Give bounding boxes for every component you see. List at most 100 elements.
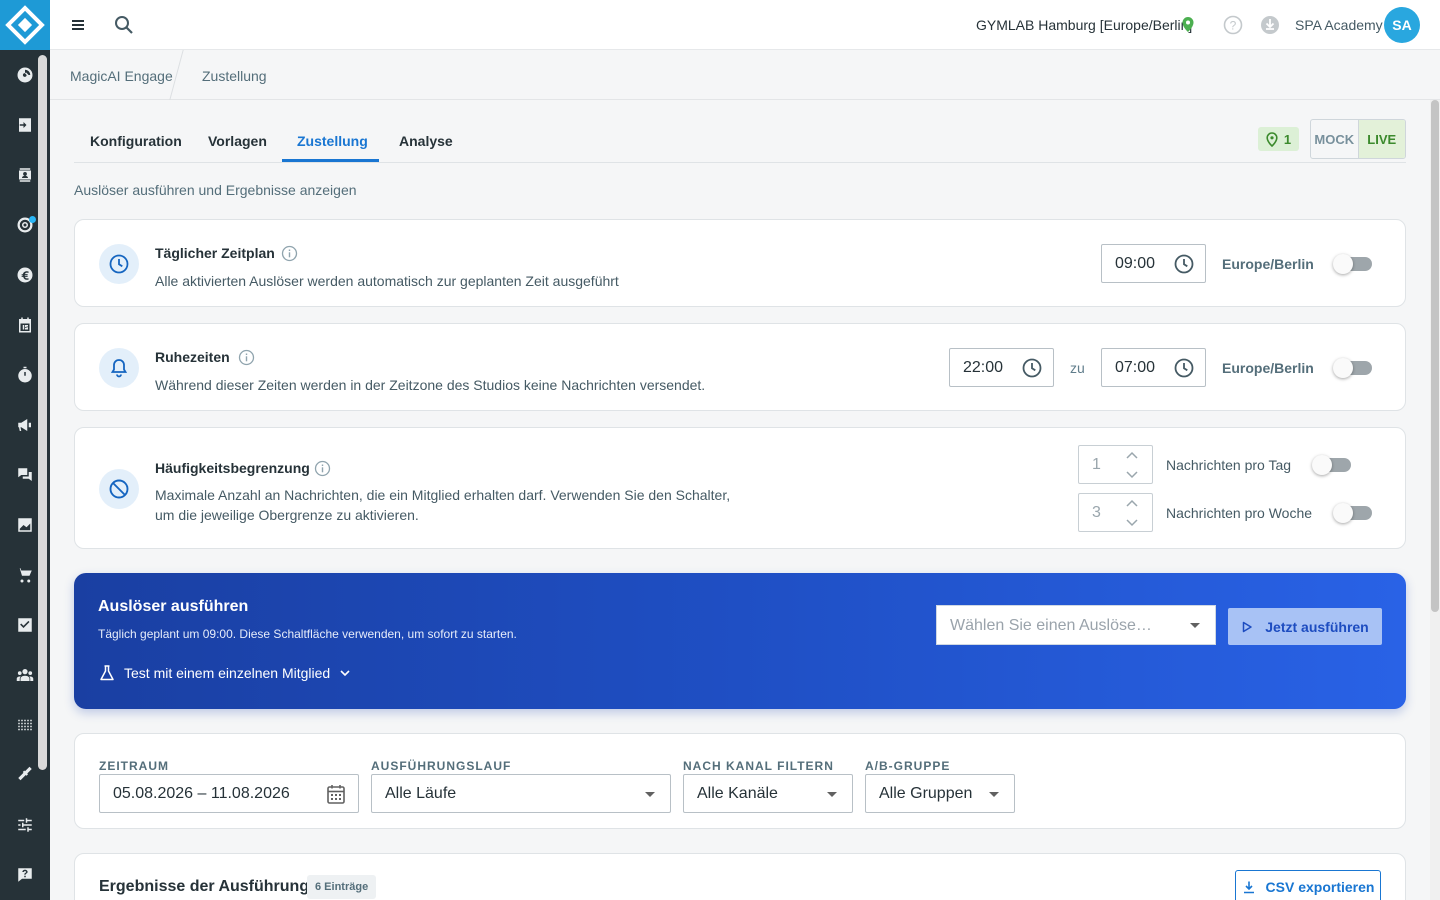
run-now-button[interactable]: Jetzt ausführen (1228, 608, 1382, 645)
breadcrumb-item-current: Zustellung (202, 68, 267, 84)
test-single-member-toggle[interactable]: Test mit einem einzelnen Mitglied (98, 664, 352, 682)
search-icon[interactable] (113, 14, 135, 36)
quiet-hours-description: Während dieser Zeiten werden in der Zeit… (155, 377, 706, 393)
schedule-title: Täglicher Zeitplan (155, 245, 275, 261)
run-filter-select[interactable]: Alle Läufe (371, 774, 671, 813)
tab-analyse[interactable]: Analyse (399, 133, 453, 149)
quiet-from-input[interactable]: 22:00 (949, 348, 1054, 387)
location-count: 1 (1283, 131, 1292, 147)
period-label: ZEITRAUM (99, 759, 169, 773)
page-subtitle: Auslöser ausführen und Ergebnisse anzeig… (74, 182, 357, 198)
quiet-from-value: 22:00 (963, 359, 1004, 376)
trigger-select[interactable]: Wählen Sie einen Auslöse… (936, 605, 1216, 645)
help-chat-icon[interactable] (0, 860, 50, 890)
quiet-to-input[interactable]: 07:00 (1101, 348, 1206, 387)
frequency-description-line2: um die jeweilige Obergrenze zu aktiviere… (155, 507, 419, 523)
quiet-hours-card: Ruhezeiten Während dieser Zeiten werden … (74, 323, 1406, 411)
avatar[interactable]: SA (1384, 7, 1420, 43)
export-csv-label: CSV exportieren (1265, 879, 1375, 895)
studio-selector[interactable]: GYMLAB Hamburg [Europe/Berlin] (976, 17, 1192, 33)
tab-zustellung[interactable]: Zustellung (297, 133, 368, 149)
menu-icon[interactable] (67, 14, 89, 36)
per-day-value: 1 (1092, 456, 1101, 473)
info-icon[interactable] (238, 349, 255, 366)
quiet-separator: zu (1070, 360, 1085, 376)
run-trigger-description: Täglich geplant um 09:00. Diese Schaltfl… (98, 627, 517, 641)
run-filter-label: AUSFÜHRUNGSLAUF (371, 759, 512, 773)
user-name[interactable]: SPA Academy (1295, 17, 1383, 33)
chevron-down-icon (340, 670, 350, 677)
clock-icon (109, 254, 129, 274)
frequency-description-line1: Maximale Anzahl an Nachrichten, die ein … (155, 487, 731, 503)
frequency-title: Häufigkeitsbegrenzung (155, 460, 310, 476)
per-week-value: 3 (1092, 504, 1101, 521)
ab-group-label: A/B-GRUPPE (865, 759, 951, 773)
channel-filter-select[interactable]: Alle Kanäle (683, 774, 853, 813)
bell-icon (110, 359, 128, 378)
schedule-toggle[interactable] (1333, 254, 1372, 274)
per-day-stepper[interactable]: 1 (1078, 445, 1153, 484)
schedule-timezone: Europe/Berlin (1222, 256, 1314, 272)
mock-mode-button[interactable]: MOCK (1311, 120, 1358, 158)
sidebar (0, 0, 50, 900)
stepper-arrows-icon[interactable] (1126, 450, 1138, 480)
stepper-arrows-icon[interactable] (1126, 498, 1138, 528)
per-week-stepper[interactable]: 3 (1078, 493, 1153, 532)
breadcrumb-item-magicai[interactable]: MagicAI Engage (70, 68, 173, 84)
quiet-timezone: Europe/Berlin (1222, 360, 1314, 376)
schedule-card: Täglicher Zeitplan Alle aktivierten Ausl… (74, 219, 1406, 307)
notification-dot (29, 216, 36, 223)
quiet-hours-toggle[interactable] (1333, 358, 1372, 378)
schedule-time-input[interactable]: 09:00 (1101, 244, 1206, 283)
main-scrollbar[interactable] (1431, 100, 1439, 612)
tab-vorlagen[interactable]: Vorlagen (208, 133, 267, 149)
sliders-icon[interactable] (0, 810, 50, 840)
help-icon[interactable]: ? (1222, 14, 1244, 36)
per-day-toggle[interactable] (1312, 455, 1351, 475)
trigger-select-placeholder: Wählen Sie einen Auslöse… (950, 617, 1152, 634)
sidebar-scrollbar[interactable] (38, 55, 47, 770)
topbar: GYMLAB Hamburg [Europe/Berlin] ? SPA Aca… (50, 0, 1440, 50)
schedule-time-value: 09:00 (1115, 255, 1156, 272)
breadcrumb: MagicAI Engage Zustellung (50, 50, 1440, 100)
play-icon (1243, 621, 1253, 632)
svg-text:?: ? (1230, 19, 1237, 33)
info-icon[interactable] (314, 460, 331, 477)
info-icon[interactable] (281, 245, 298, 262)
date-range-value: 05.08.2026 – 11.08.2026 (113, 785, 290, 802)
filter-card: ZEITRAUM 05.08.2026 – 11.08.2026 AUSFÜHR… (74, 733, 1406, 829)
channel-filter-label: NACH KANAL FILTERN (683, 759, 834, 773)
download-icon[interactable] (1259, 14, 1281, 36)
results-title: Ergebnisse der Ausführung (99, 878, 310, 895)
frequency-card: Häufigkeitsbegrenzung Maximale Anzahl an… (74, 427, 1406, 549)
export-csv-button[interactable]: CSV exportieren (1235, 870, 1381, 900)
calendar-icon[interactable] (326, 783, 346, 805)
channel-filter-value: Alle Kanäle (697, 785, 778, 802)
per-week-toggle[interactable] (1333, 503, 1372, 523)
run-trigger-title: Auslöser ausführen (98, 598, 249, 615)
per-week-label: Nachrichten pro Woche (1166, 505, 1313, 521)
clock-icon[interactable] (1173, 253, 1195, 275)
per-day-label: Nachrichten pro Tag (1166, 457, 1292, 473)
ab-group-select[interactable]: Alle Gruppen (865, 774, 1015, 813)
run-filter-value: Alle Läufe (385, 785, 457, 802)
date-range-input[interactable]: 05.08.2026 – 11.08.2026 (99, 774, 359, 813)
run-trigger-panel: Auslöser ausführen Täglich geplant um 09… (74, 573, 1406, 709)
logo-diamond-icon (5, 5, 45, 45)
block-circle (99, 469, 139, 509)
block-icon (109, 479, 129, 499)
clock-circle (99, 244, 139, 284)
live-mode-button[interactable]: LIVE (1357, 120, 1405, 158)
test-single-member-label: Test mit einem einzelnen Mitglied (124, 665, 331, 681)
app-logo[interactable] (0, 0, 50, 50)
location-count-badge[interactable]: 1 (1258, 127, 1299, 151)
tab-konfiguration[interactable]: Konfiguration (90, 133, 182, 149)
schedule-description: Alle aktivierten Auslöser werden automat… (155, 273, 619, 289)
location-pin-icon (1182, 17, 1194, 32)
dropdown-caret-icon (827, 792, 837, 797)
quiet-to-value: 07:00 (1115, 359, 1156, 376)
clock-icon[interactable] (1173, 357, 1195, 379)
clock-icon[interactable] (1021, 357, 1043, 379)
ab-group-value: Alle Gruppen (879, 785, 973, 802)
dropdown-caret-icon (1190, 623, 1200, 628)
